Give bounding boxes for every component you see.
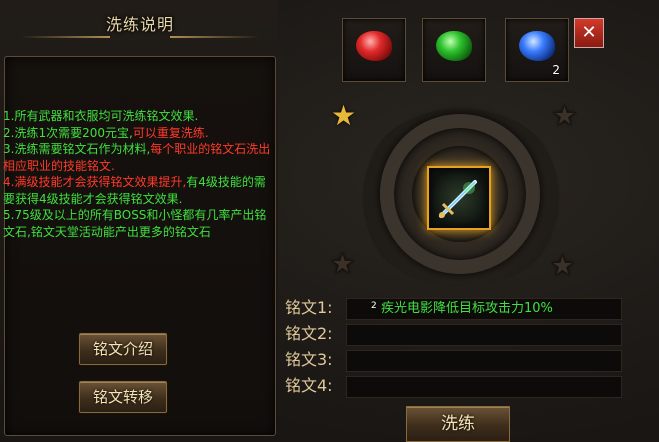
rune-row-4: 铭文4: (285, 375, 625, 398)
rune-value: 疾光电影降低目标攻击力10% (381, 301, 553, 316)
rule-text: 所有武器和衣服均可洗练铭文效果. (14, 109, 199, 123)
rule-text: 可以重复洗练. (132, 125, 209, 140)
rule-item: 3.洗练需要铭文石作为材料,每个职业的铭文石洗出相应职业的技能铭文. (3, 141, 271, 174)
rule-number: 3. (3, 142, 15, 156)
rune-label: 铭文4: (285, 376, 333, 395)
rune-intro-button[interactable]: 铭文介绍 (79, 333, 167, 365)
gem-slot-blue[interactable]: 2 (505, 18, 569, 82)
rune-field (346, 324, 622, 346)
rule-number: 2. (3, 125, 15, 140)
rule-number: 1. (3, 109, 15, 123)
close-icon: ✕ (581, 22, 597, 43)
weapon-slot[interactable] (427, 166, 491, 230)
rune-field (346, 376, 622, 398)
rune-label: 铭文3: (285, 350, 333, 369)
red-gem-icon (356, 31, 392, 61)
blue-gem-icon (519, 31, 555, 61)
sword-icon (439, 180, 477, 218)
rune-label: 铭文1: (285, 298, 333, 317)
rune-field (346, 350, 622, 372)
rune-field: 2 疾光电影降低目标攻击力10% (346, 298, 622, 320)
rune-row-3: 铭文3: (285, 349, 625, 372)
rule-number: 5. (3, 208, 15, 222)
gem-slot-green[interactable] (422, 18, 486, 82)
title-ornament-right (170, 36, 260, 38)
rule-item: 4.满级技能才会获得铭文效果提升,有4级技能的需要获得4级技能才会获得铭文效果. (3, 174, 271, 207)
rule-text: 75级及以上的所有BOSS和小怪都有几率产出铭文石,铭文天堂活动能产出更多的铭文… (3, 208, 267, 239)
star-icon-empty: ★ (549, 249, 576, 282)
rule-item: 1.所有武器和衣服均可洗练铭文效果. (3, 108, 271, 125)
panel-title: 洗练说明 (105, 15, 174, 34)
rune-label: 铭文2: (285, 324, 333, 343)
green-gem-icon (436, 31, 472, 61)
rune-index: 2 (371, 301, 377, 311)
rules-list: 1.所有武器和衣服均可洗练铭文效果. 2.洗练1次需要200元宝,可以重复洗练. 3… (3, 108, 271, 240)
rune-row-1: 铭文1: 2 疾光电影降低目标攻击力10% (285, 297, 625, 320)
rule-number: 4. (3, 175, 15, 189)
gem-count: 2 (552, 63, 560, 77)
star-icon-lit: ★ (331, 99, 357, 132)
refine-button[interactable]: 洗练 (406, 406, 510, 442)
rule-text: 满级技能才会获得铭文效果提升, (14, 175, 187, 189)
rune-transfer-button[interactable]: 铭文转移 (79, 381, 167, 413)
star-icon-empty: ★ (551, 99, 578, 132)
rule-item: 2.洗练1次需要200元宝,可以重复洗练. (3, 125, 271, 142)
panel-title-wrap: 洗练说明 (20, 6, 260, 40)
close-button[interactable]: ✕ (574, 18, 604, 48)
rune-row-2: 铭文2: (285, 323, 625, 346)
rule-text: 洗练1次需要200元宝, (14, 125, 133, 140)
rule-text: 洗练需要铭文石作为材料, (14, 142, 151, 156)
gem-slot-red[interactable] (342, 18, 406, 82)
title-ornament-left (20, 36, 110, 38)
rule-item: 5.75级及以上的所有BOSS和小怪都有几率产出铭文石,铭文天堂活动能产出更多的… (3, 207, 271, 240)
star-icon-empty: ★ (329, 247, 356, 280)
